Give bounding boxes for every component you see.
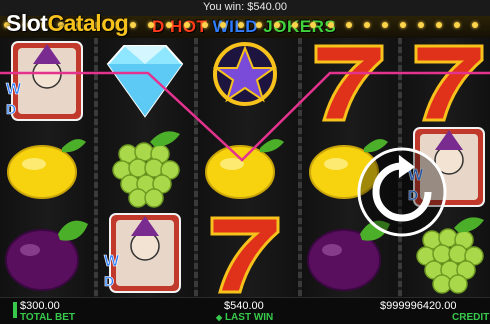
marquee-light [310, 22, 316, 28]
seven-icon [402, 38, 490, 124]
marquee-light [454, 22, 460, 28]
slotcatalog-watermark: SlotCatalog [6, 10, 129, 37]
lemon-icon [0, 124, 94, 210]
plum-icon [0, 210, 94, 296]
svg-text:D: D [104, 273, 114, 289]
game-title: D HOT WILD JOKERS [152, 17, 336, 37]
marquee-light [436, 22, 442, 28]
last-win-label: ◆ LAST WIN [216, 312, 273, 323]
svg-text:W: W [104, 253, 120, 270]
marquee-light [472, 22, 478, 28]
credit-label: CREDIT [452, 312, 490, 323]
marquee-light [220, 22, 226, 28]
bet-indicator [13, 302, 17, 318]
marquee-light [130, 22, 136, 28]
reel-2: WD [98, 38, 194, 297]
marquee-light [292, 22, 298, 28]
game-title-hot: D HOT [152, 17, 208, 36]
marquee-light [328, 22, 334, 28]
last-win-value: $540.00 [224, 300, 264, 312]
watermark-slot: Slot [6, 10, 48, 36]
bottom-bar: $300.00 TOTAL BET $540.00 ◆ LAST WIN $99… [0, 297, 490, 324]
credit-value: $999996420.00 [380, 300, 457, 312]
marquee-light [202, 22, 208, 28]
total-bet-label[interactable]: TOTAL BET [20, 312, 75, 323]
lemon-icon [198, 124, 292, 210]
marquee-light [238, 22, 244, 28]
marquee-light [274, 22, 280, 28]
refresh-icon [357, 147, 447, 237]
marquee-light [166, 22, 172, 28]
svg-text:W: W [6, 81, 22, 98]
total-bet-value: $300.00 [20, 300, 60, 312]
marquee-light [256, 22, 262, 28]
last-win-text: LAST WIN [224, 312, 274, 323]
reel-3 [198, 38, 298, 297]
svg-text:D: D [6, 101, 16, 117]
marquee-light [418, 22, 424, 28]
star-icon [198, 38, 292, 124]
marquee-light [148, 22, 154, 28]
marquee-light [184, 22, 190, 28]
wild-joker-icon: WD [0, 38, 94, 124]
reel-1: WD [0, 38, 94, 297]
last-win-arrow-icon: ◆ [216, 313, 223, 322]
diamond-icon [98, 38, 192, 124]
spin-button[interactable] [355, 145, 449, 239]
seven-icon [198, 210, 292, 296]
wild-joker-icon: WD [98, 210, 192, 296]
grapes-icon [98, 124, 192, 210]
marquee-light [382, 22, 388, 28]
watermark-catalog: Catalog [47, 10, 129, 36]
marquee-light [400, 22, 406, 28]
marquee-light [364, 22, 370, 28]
marquee-light [346, 22, 352, 28]
seven-icon [302, 38, 396, 124]
